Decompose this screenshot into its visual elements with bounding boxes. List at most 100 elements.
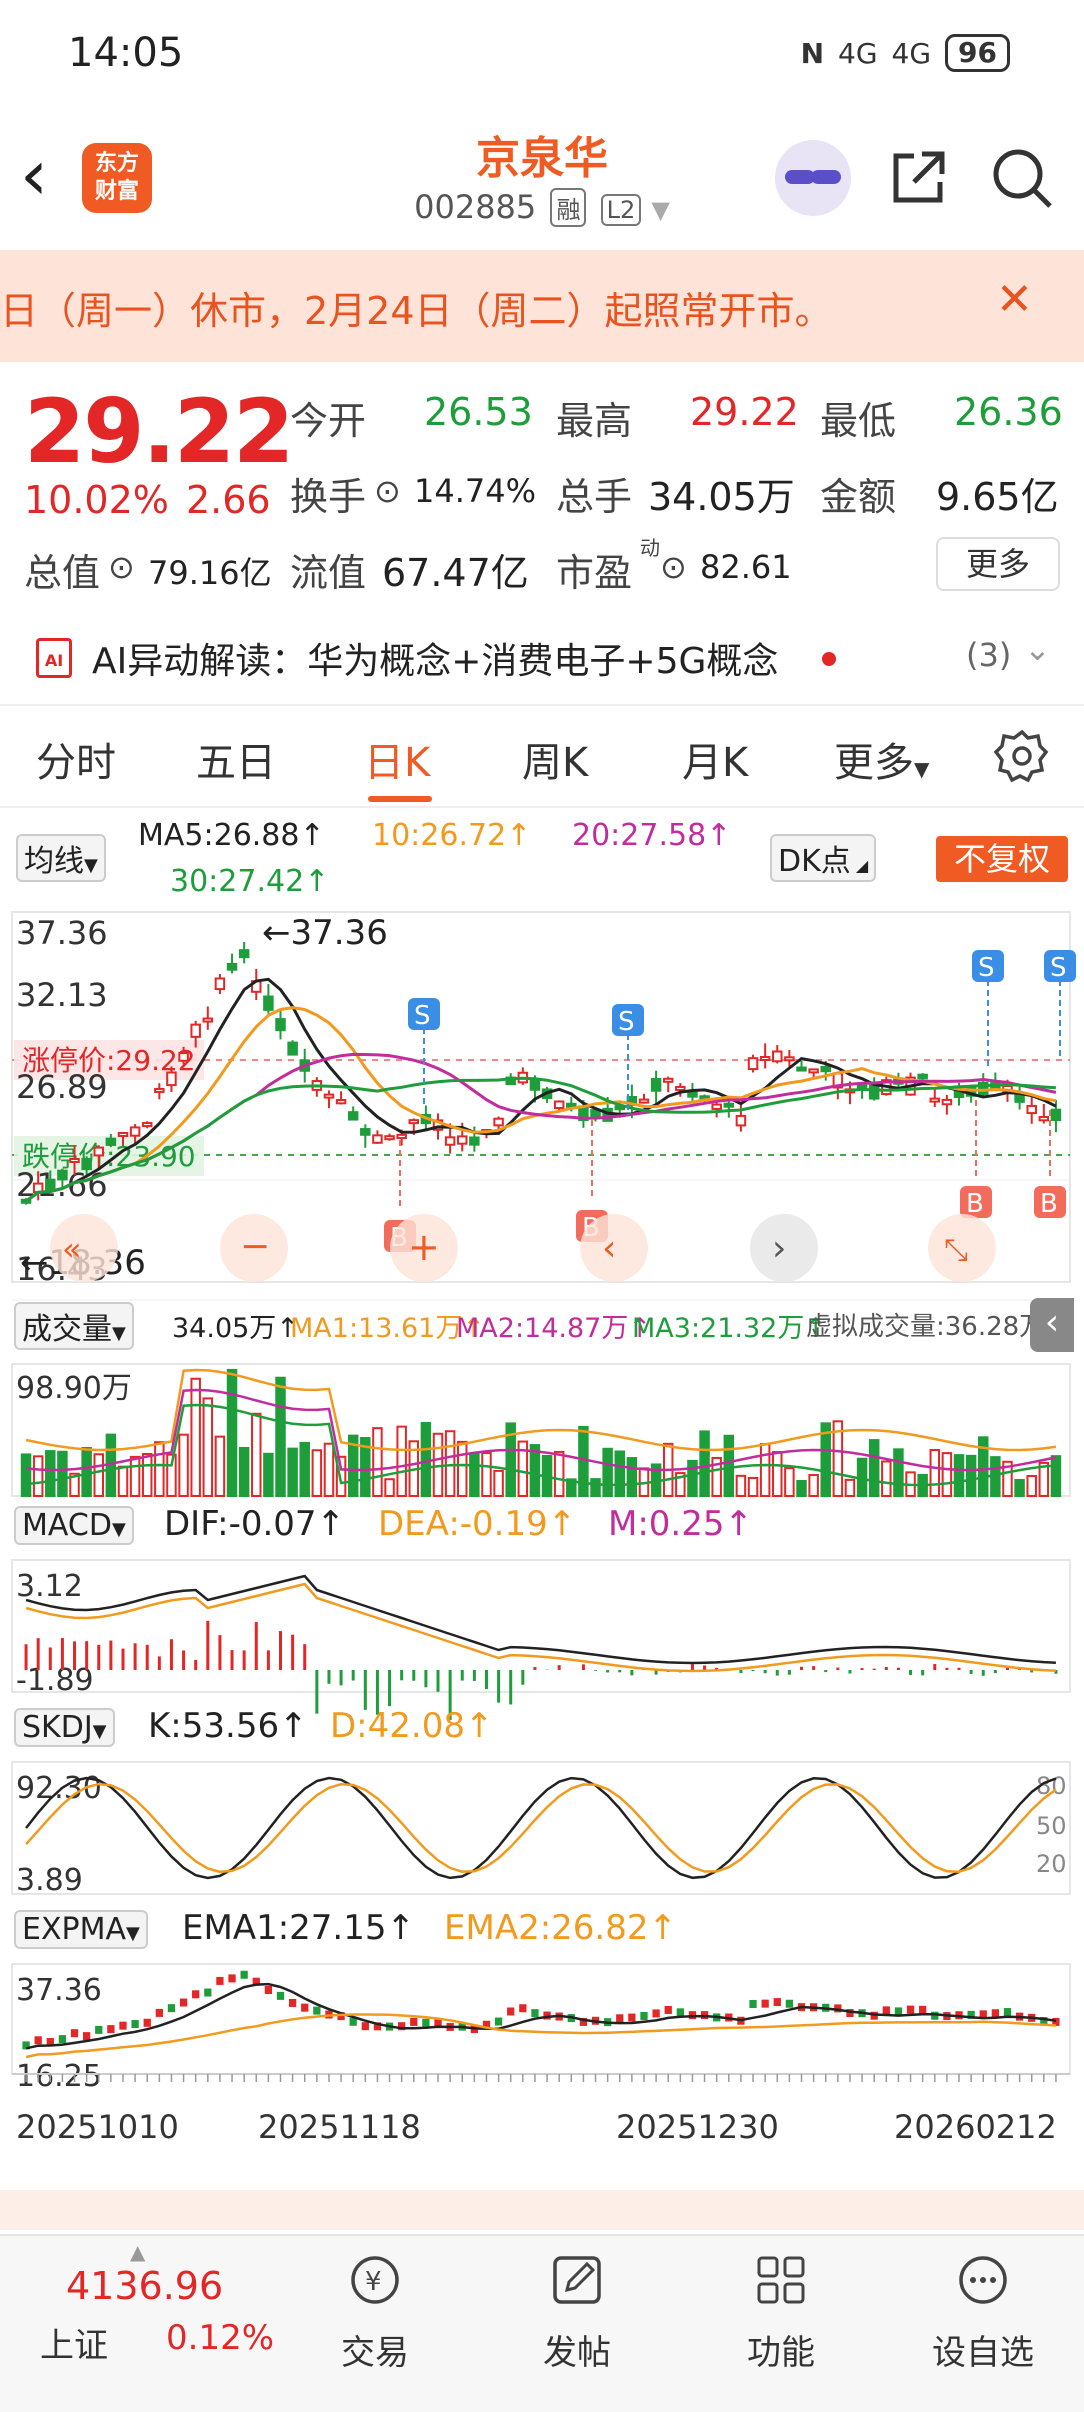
pe-label: 市盈 <box>556 551 633 595</box>
expma-candle <box>652 2009 660 2018</box>
candle-body <box>662 1077 674 1083</box>
candle-body <box>784 1056 795 1062</box>
volume-bar <box>420 1421 432 1497</box>
adjustment-button[interactable]: 不复权 <box>936 836 1068 882</box>
skdj-top: 92.30 <box>16 1771 102 1806</box>
collapse-icon[interactable]: ‹ <box>1030 1298 1074 1352</box>
chevron-down-icon[interactable]: ⌄ <box>1024 630 1051 668</box>
macd-m: M:0.25↑ <box>608 1504 753 1544</box>
candle-body <box>1038 1115 1050 1122</box>
volume-selector[interactable]: 成交量▼ <box>14 1302 134 1350</box>
candle-body <box>190 1023 201 1038</box>
expma-candle <box>301 2003 309 2012</box>
volume-label: 总手 <box>556 475 633 519</box>
expma1-line <box>25 1982 1057 2050</box>
turnover-label: 换手 <box>290 475 367 519</box>
expma-candle <box>58 2035 67 2044</box>
search-icon[interactable] <box>990 146 1054 210</box>
expma-candle <box>179 1998 188 2007</box>
ma10-value: 10:26.72↑ <box>372 818 532 853</box>
volume-bar <box>214 1435 226 1497</box>
expma2: EMA2:26.82↑ <box>444 1908 677 1948</box>
more-button[interactable]: 更多 <box>936 537 1060 591</box>
candle-body <box>129 1126 141 1137</box>
macd-dif: DIF:-0.07↑ <box>164 1504 346 1544</box>
candlestick-chart[interactable]: 涨停价:29.22 跌停价:23.90 37.36 32.13 26.89 21… <box>0 900 1084 2190</box>
close-icon[interactable]: ✕ <box>996 274 1033 325</box>
ma-selector[interactable]: 均线▼ <box>16 834 106 882</box>
margin-tag: 融 <box>550 188 587 227</box>
volume-bar <box>893 1448 904 1498</box>
volume-bar <box>396 1425 407 1497</box>
ma5-value: MA5:26.88↑ <box>138 818 325 853</box>
y-label-3: 26.89 <box>16 1068 108 1106</box>
macd-selector[interactable]: MACD▼ <box>14 1506 134 1545</box>
macd-dea-line <box>25 1582 1056 1673</box>
info-icon[interactable]: ⊙ <box>374 472 401 510</box>
nav-trade[interactable]: ¥ 交易 <box>300 2252 450 2374</box>
tab-five-day[interactable]: 五日 <box>196 730 276 788</box>
vol-ma2: MA2:14.87万↑ <box>456 1313 651 1344</box>
amount-value: 9.65亿 <box>936 475 1059 519</box>
date-label-2: 20251118 <box>258 2108 421 2146</box>
expma-candle <box>1003 2008 1012 2017</box>
dropdown-icon: ▼ <box>651 196 670 224</box>
expma-candle <box>288 1998 297 2007</box>
candle-body <box>820 1065 831 1073</box>
svg-text:⤡: ⤡ <box>944 1233 968 1268</box>
expma-candle <box>155 2008 163 2017</box>
signal-s: S <box>414 1001 431 1031</box>
chart-controls[interactable]: « − + ‹ › ⤡ <box>50 1214 996 1282</box>
candle-body <box>650 1077 662 1092</box>
expma-selector[interactable]: EXPMA▼ <box>14 1910 148 1949</box>
nav-watchlist[interactable]: 设自选 <box>908 2252 1058 2374</box>
nav-functions[interactable]: 功能 <box>706 2252 856 2374</box>
volume-bar <box>45 1450 56 1497</box>
ai-robot-icon[interactable] <box>775 140 851 216</box>
expma-candle <box>919 2005 927 2014</box>
candle-body <box>553 1100 565 1110</box>
volume-bar <box>796 1479 807 1497</box>
info-icon[interactable]: ⊙ <box>660 548 687 586</box>
index-value[interactable]: 4136.96 <box>66 2264 223 2308</box>
candle-body <box>917 1073 928 1080</box>
index-name: 上证 <box>40 2326 108 2366</box>
info-icon[interactable]: ⊙ <box>108 548 135 586</box>
candle-body <box>154 1087 165 1093</box>
svg-text:‹: ‹ <box>602 1228 616 1269</box>
volume-bar <box>129 1455 141 1497</box>
candle-body <box>238 949 250 959</box>
tab-weekly-k[interactable]: 周K <box>522 730 588 788</box>
ai-count: (3) <box>966 636 1012 674</box>
candle-body <box>457 1135 468 1145</box>
candle-body <box>81 1157 92 1171</box>
tab-more[interactable]: 更多▼ <box>834 730 929 788</box>
expma2-line <box>25 2013 1056 2059</box>
share-icon[interactable] <box>888 148 948 208</box>
collapse-up-icon[interactable]: ▲ <box>130 2240 145 2264</box>
macd-top: 3.12 <box>16 1569 83 1604</box>
tab-intraday[interactable]: 分时 <box>36 730 116 788</box>
ai-interpretation[interactable]: AI异动解读：华为概念+消费电子+5G概念 <box>92 632 778 684</box>
signal-b: B <box>1040 1189 1058 1219</box>
skdj-selector[interactable]: SKDJ▼ <box>14 1708 115 1747</box>
expma-candle <box>676 2008 684 2017</box>
candle-body <box>57 1169 68 1181</box>
turnover-value: 14.74% <box>414 472 537 510</box>
high-value: 29.22 <box>690 390 799 434</box>
nav-post[interactable]: 发帖 <box>502 2252 652 2374</box>
candle-body <box>735 1114 747 1127</box>
tab-monthly-k[interactable]: 月K <box>682 730 748 788</box>
expma-candle <box>616 2014 624 2023</box>
status-time: 14:05 <box>68 30 184 76</box>
volume-bar <box>299 1441 310 1497</box>
expma-candle <box>664 2005 672 2014</box>
dk-point-selector[interactable]: DK点 ◢ <box>770 834 877 882</box>
expma-candle <box>749 2000 757 2009</box>
volume-bar <box>493 1469 504 1497</box>
y-label-1: 37.36 <box>16 914 108 952</box>
svg-text:+: + <box>408 1225 440 1269</box>
tab-daily-k[interactable]: 日K <box>364 730 430 788</box>
gear-icon[interactable] <box>994 728 1050 784</box>
candle-body <box>69 1158 80 1164</box>
